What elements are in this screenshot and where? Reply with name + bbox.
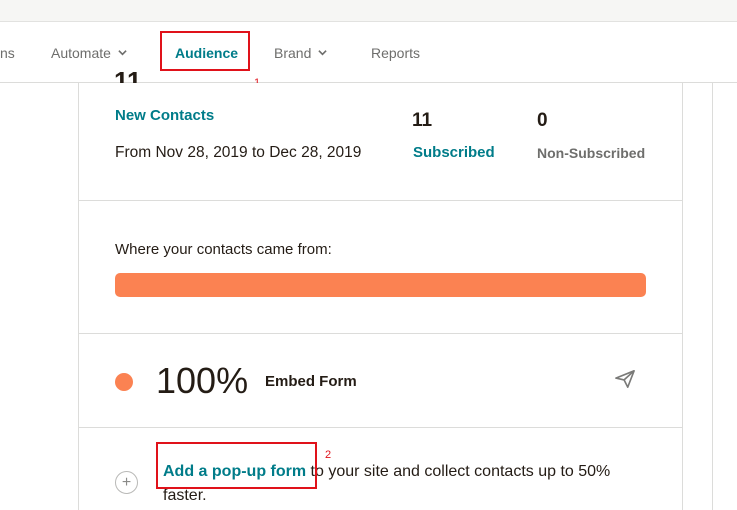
total-contacts-number: 11 — [114, 72, 142, 83]
chevron-down-icon — [318, 50, 328, 56]
section-divider — [79, 200, 682, 201]
chevron-down-icon — [118, 50, 127, 56]
nav-item-brand[interactable]: Brand — [274, 22, 328, 83]
section-divider — [79, 333, 682, 334]
non-subscribed-label: Non-Subscribed — [537, 145, 646, 161]
nav-item-label: Reports — [371, 44, 421, 61]
page-divider — [712, 83, 713, 510]
annotation-box-1 — [160, 31, 250, 71]
sources-heading: Where your contacts came from: — [115, 241, 332, 258]
nav-item-label: ns — [0, 44, 15, 61]
nav-item-reports[interactable]: Reports — [371, 22, 420, 83]
source-name: Embed Form — [265, 373, 357, 390]
sources-bar — [115, 273, 646, 297]
date-range-text: From Nov 28, 2019 to Dec 28, 2019 — [115, 144, 362, 161]
nav-item-label: Brand — [274, 44, 312, 61]
plus-circle-icon[interactable]: + — [115, 471, 138, 494]
new-contacts-link[interactable]: New Contacts — [115, 107, 214, 124]
source-percent: 100% — [156, 360, 249, 401]
browser-top-strip — [0, 0, 737, 22]
annotation-box-2 — [156, 442, 317, 489]
paper-plane-icon[interactable] — [614, 369, 636, 389]
source-color-dot — [115, 373, 133, 391]
nav-item-label: Automate — [51, 44, 111, 61]
nav-item-campaigns[interactable]: ns — [0, 22, 15, 83]
section-divider — [79, 427, 682, 428]
non-subscribed-count: 0 — [537, 110, 548, 131]
subscribed-count: 11 — [412, 110, 433, 131]
main-navigation: ns Automate Audience Brand Reports — [0, 22, 737, 83]
subscribed-label[interactable]: Subscribed — [413, 144, 495, 161]
annotation-number-2: 2 — [325, 449, 332, 461]
